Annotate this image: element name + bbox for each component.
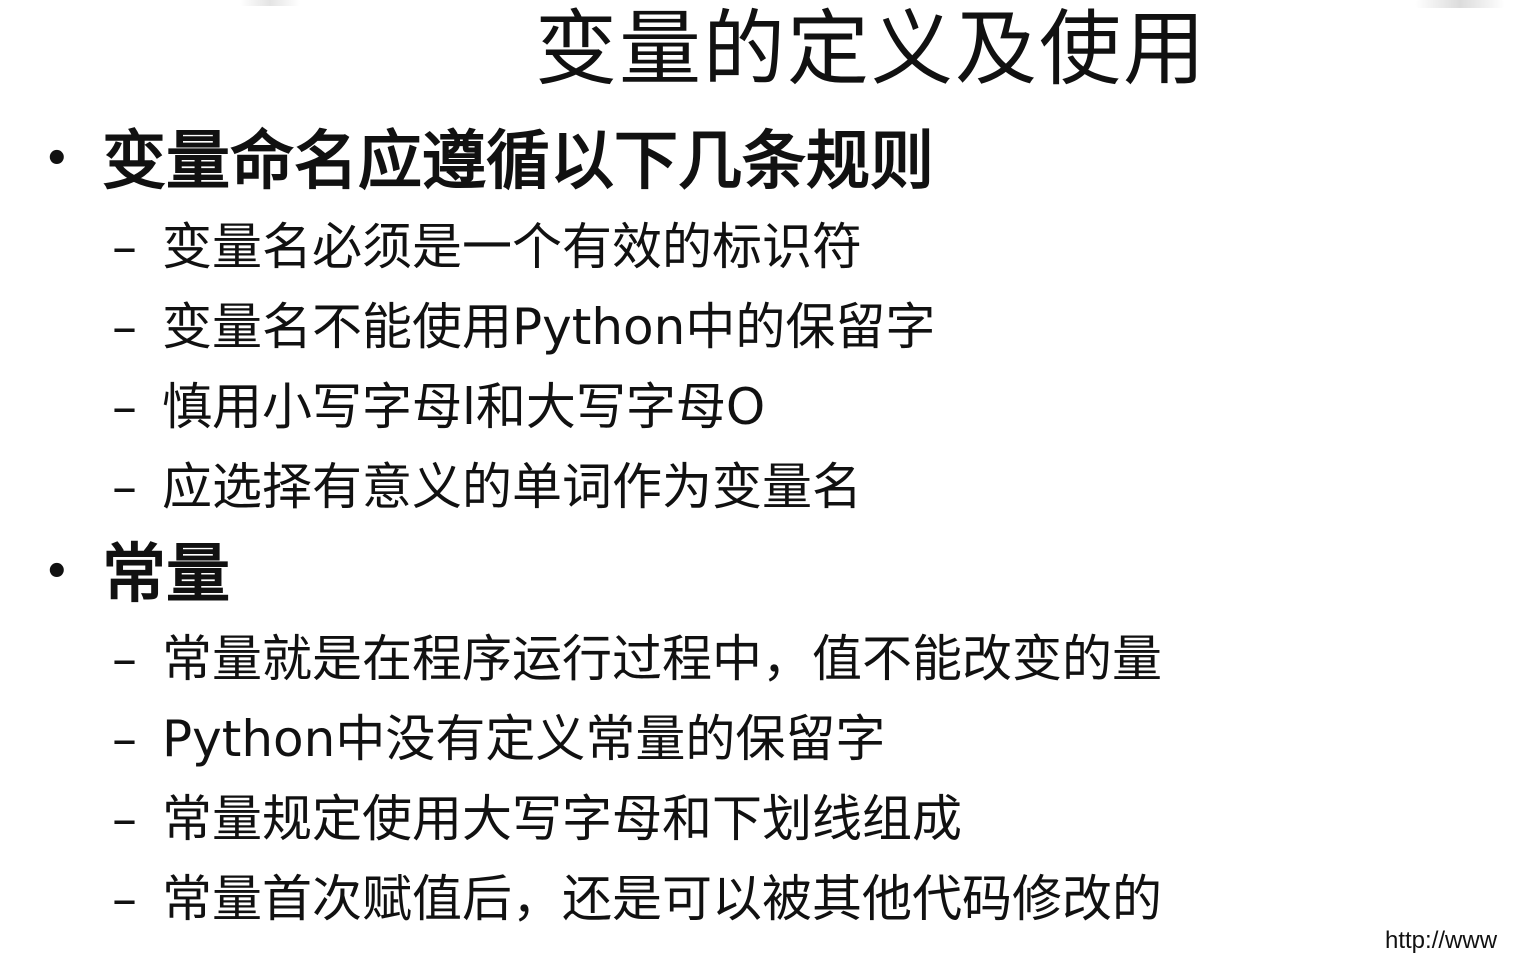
sub-item-text: 常量首次赋值后，还是可以被其他代码修改的 bbox=[162, 870, 1162, 928]
sub-item-text: 应选择有意义的单词作为变量名 bbox=[162, 458, 862, 516]
dash-marker: – bbox=[112, 298, 137, 356]
bullet-naming-rules: • 变量命名应遵循以下几条规则 bbox=[44, 122, 934, 205]
sub-item: – Python中没有定义常量的保留字 bbox=[112, 704, 885, 774]
sub-item-text: 变量名不能使用Python中的保留字 bbox=[162, 298, 936, 356]
slide: 变量的定义及使用 • 变量命名应遵循以下几条规则 – 变量名必须是一个有效的标识符 … bbox=[0, 0, 1515, 956]
corner-url-text: http://www bbox=[1385, 927, 1498, 954]
dash-marker: – bbox=[112, 630, 137, 688]
bullet-marker: • bbox=[44, 136, 70, 183]
dash-marker: – bbox=[112, 458, 137, 516]
edge-artifact bbox=[240, 0, 300, 6]
sub-item-text: Python中没有定义常量的保留字 bbox=[162, 710, 886, 768]
sub-item: – 变量名不能使用Python中的保留字 bbox=[112, 292, 935, 362]
edge-artifact bbox=[1415, 0, 1505, 8]
bullet-text: 常量 bbox=[102, 538, 230, 612]
sub-item: – 常量就是在程序运行过程中，值不能改变的量 bbox=[112, 624, 1162, 694]
sub-item: – 常量首次赋值后，还是可以被其他代码修改的 bbox=[112, 864, 1162, 934]
dash-marker: – bbox=[112, 870, 137, 928]
sub-item-text: 变量名必须是一个有效的标识符 bbox=[162, 218, 862, 276]
dash-marker: – bbox=[112, 710, 137, 768]
bullet-text: 变量命名应遵循以下几条规则 bbox=[102, 125, 934, 199]
sub-item: – 常量规定使用大写字母和下划线组成 bbox=[112, 784, 962, 854]
sub-item: – 应选择有意义的单词作为变量名 bbox=[112, 452, 862, 522]
dash-marker: – bbox=[112, 790, 137, 848]
sub-item-text: 慎用小写字母l和大写字母O bbox=[162, 378, 766, 436]
bullet-constants: • 常量 bbox=[44, 535, 230, 618]
bullet-marker: • bbox=[44, 549, 70, 596]
slide-title: 变量的定义及使用 bbox=[535, 2, 1208, 97]
dash-marker: – bbox=[112, 218, 137, 276]
sub-item-text: 常量就是在程序运行过程中，值不能改变的量 bbox=[162, 630, 1162, 688]
sub-item: – 变量名必须是一个有效的标识符 bbox=[112, 212, 862, 282]
dash-marker: – bbox=[112, 378, 137, 436]
sub-item-text: 常量规定使用大写字母和下划线组成 bbox=[162, 790, 962, 848]
sub-item: – 慎用小写字母l和大写字母O bbox=[112, 372, 765, 442]
